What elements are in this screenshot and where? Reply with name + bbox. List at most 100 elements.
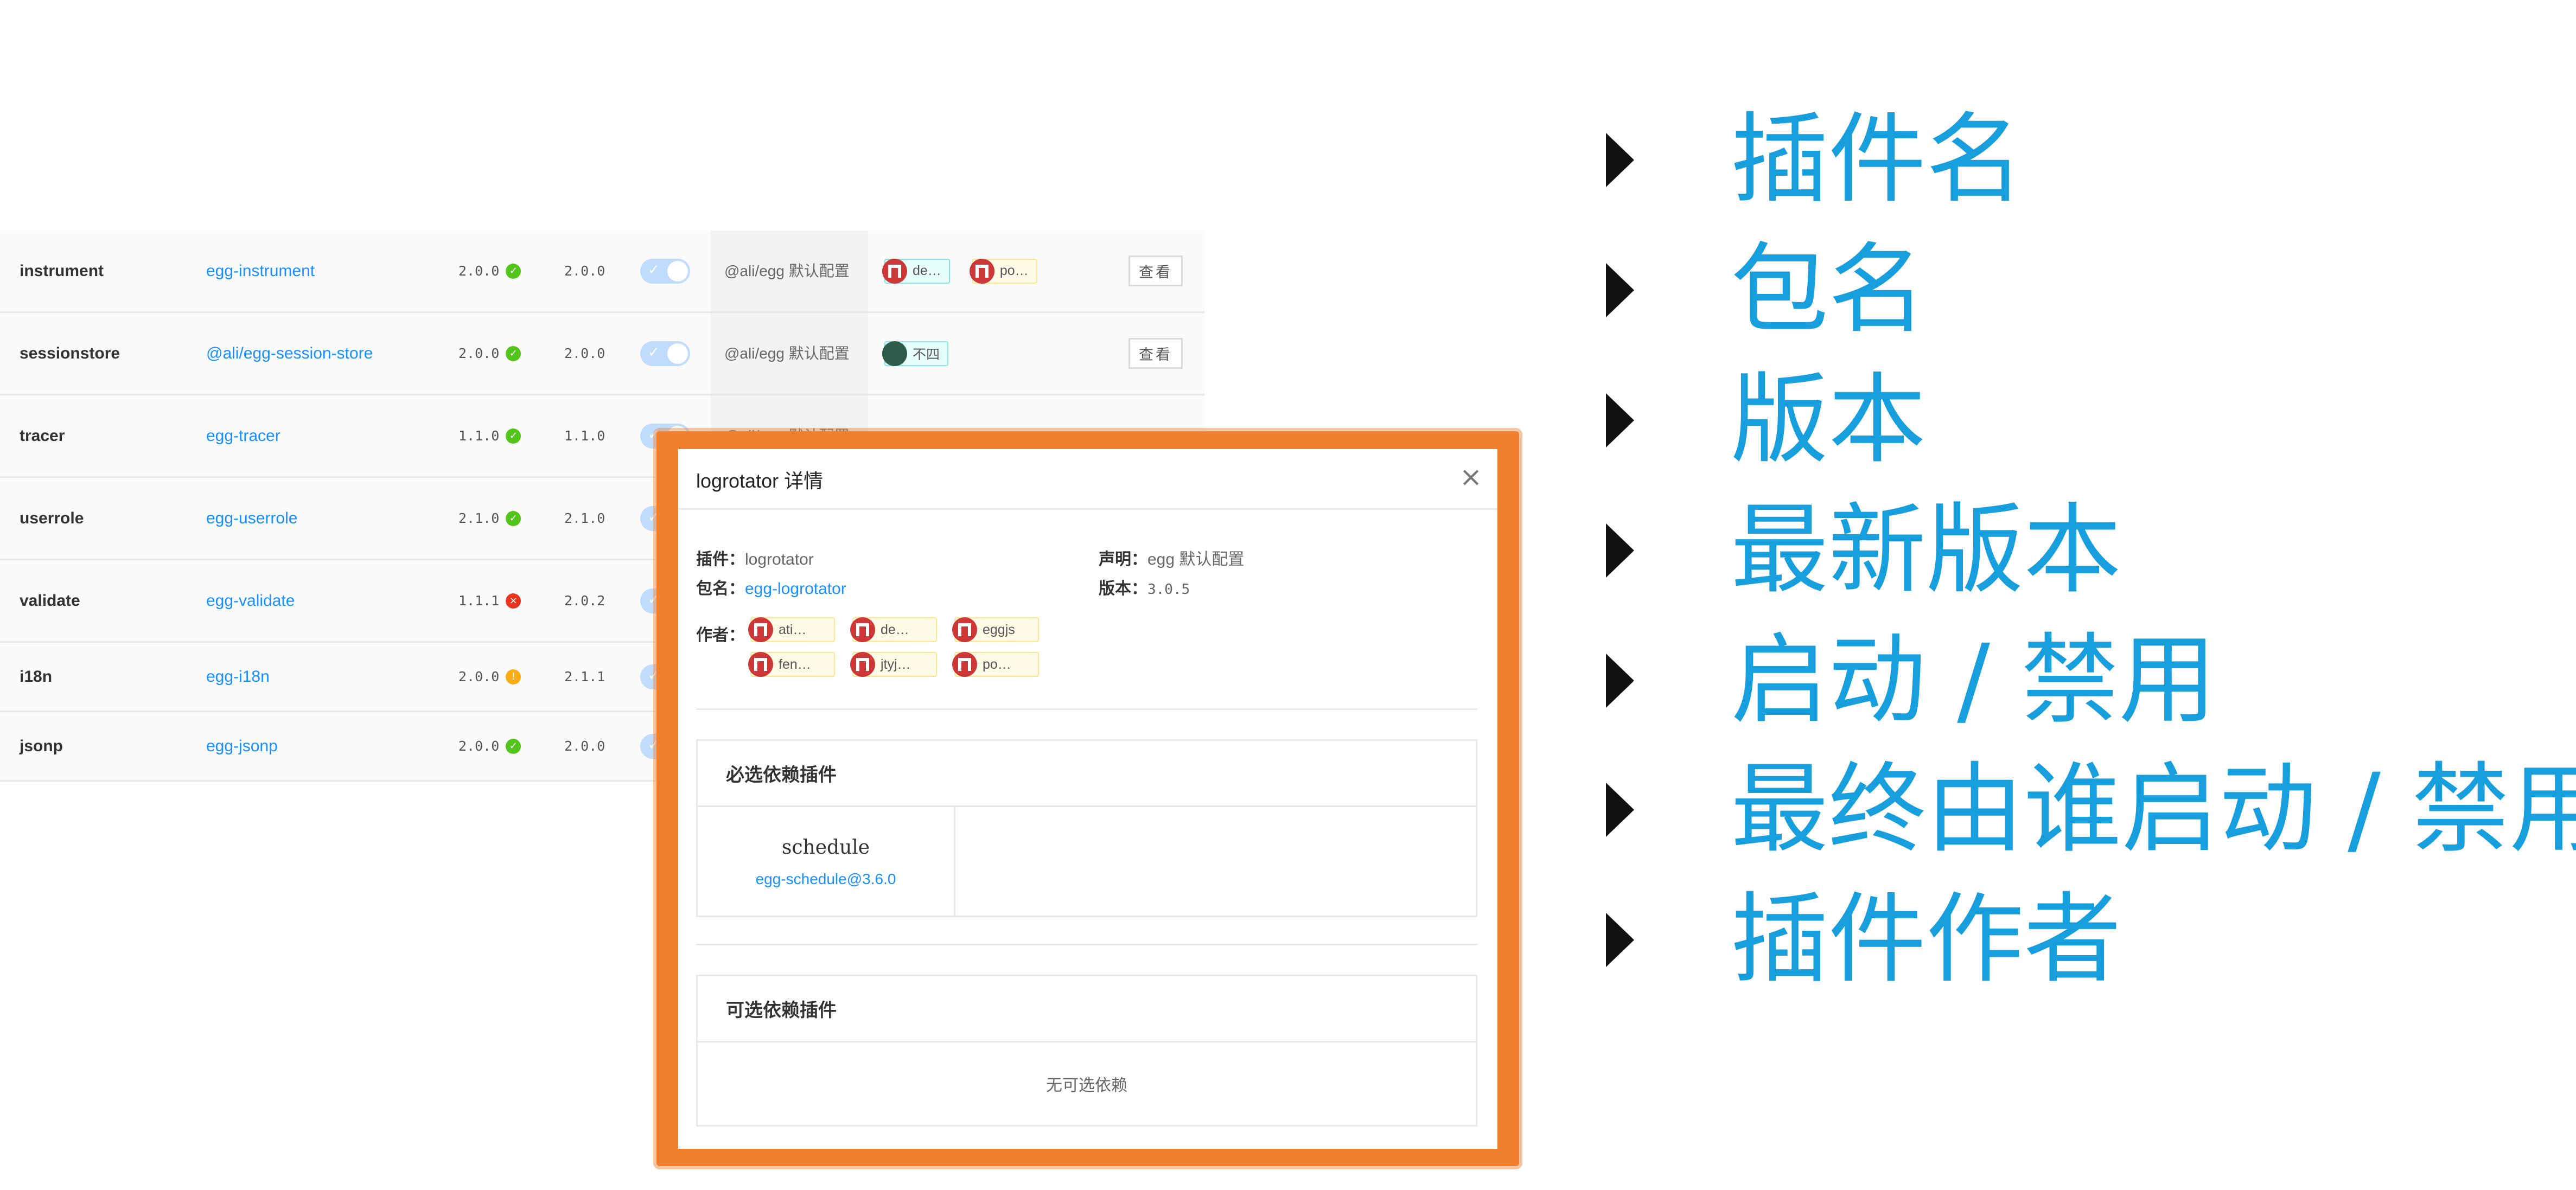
latest-version: 2.1.1: [564, 669, 605, 684]
package-link[interactable]: @ali/egg-session-store: [206, 313, 373, 394]
enable-toggle-cell: ✓: [640, 231, 690, 311]
feature-item: 包名: [1606, 241, 1926, 339]
authors-label: 作者：: [696, 626, 745, 644]
npm-icon: [952, 652, 977, 677]
package-link[interactable]: egg-jsonp: [206, 712, 278, 780]
feature-text: 包名: [1731, 233, 1927, 347]
toggle-knob: [667, 343, 688, 364]
author-tag[interactable]: fen…: [748, 652, 835, 677]
npm-icon: [850, 617, 875, 642]
status-ok-icon: ✓: [506, 263, 521, 279]
author-name: jtyj…: [881, 656, 911, 672]
authors-list: ati… de… eggjs fen… jtyj… po…: [748, 617, 1054, 677]
triangle-bullet-icon: [1606, 393, 1634, 447]
latest-version: 2.1.0: [564, 510, 605, 526]
plugin-name: sessionstore: [20, 344, 120, 362]
author-name: de…: [881, 622, 909, 637]
npm-icon: [748, 617, 773, 642]
feature-text: 插件名: [1731, 103, 2024, 216]
feature-item: 最终由谁启动 / 禁用: [1606, 761, 2576, 859]
author-name: po…: [983, 656, 1011, 672]
status-warn-icon: !: [506, 669, 521, 684]
plugin-name: jsonp: [20, 737, 63, 755]
declare-label: 声明：: [1099, 551, 1147, 568]
package-link[interactable]: egg-logrotator: [745, 580, 846, 598]
version-cell: 1.1.1 ×: [458, 560, 521, 641]
view-button[interactable]: 查看: [1128, 255, 1183, 286]
package-link[interactable]: egg-i18n: [206, 643, 270, 711]
feature-item: 启动 / 禁用: [1606, 632, 2216, 730]
plugin-name: instrument: [20, 261, 104, 280]
triangle-bullet-icon: [1606, 263, 1634, 317]
view-cell: 查看: [1128, 313, 1183, 394]
npm-icon: [969, 258, 994, 284]
feature-text: 启动 / 禁用: [1731, 624, 2217, 737]
version-field: 版本：3.0.5: [1099, 575, 1190, 599]
optional-deps-card: 可选依赖插件 无可选依赖: [696, 975, 1477, 1127]
feature-text: 最终由谁启动 / 禁用: [1731, 753, 2576, 866]
close-icon[interactable]: ×: [1459, 461, 1482, 492]
version-text: 1.1.0: [458, 428, 500, 444]
package-field: 包名：egg-logrotator: [696, 575, 846, 599]
author-name: ati…: [779, 622, 807, 637]
package-link[interactable]: egg-validate: [206, 560, 295, 641]
dependency-version-link[interactable]: egg-schedule@3.6.0: [756, 871, 896, 888]
table-row: sessionstore @ali/egg-session-store 2.0.0 ✓…: [0, 313, 1204, 395]
check-icon: ✓: [648, 344, 660, 361]
enable-toggle[interactable]: ✓: [640, 341, 690, 366]
latest-version: 2.0.2: [564, 593, 605, 609]
divider: [696, 944, 1477, 945]
feature-item: 最新版本: [1606, 502, 2121, 599]
latest-version: 2.0.0: [564, 263, 605, 279]
feature-item: 插件名: [1606, 111, 2024, 209]
latest-version: 2.0.0: [564, 346, 605, 361]
package-link[interactable]: egg-instrument: [206, 231, 315, 311]
triangle-bullet-icon: [1606, 913, 1634, 967]
authors-cell: 不四: [882, 313, 949, 394]
npm-icon: [748, 652, 773, 677]
author-tag[interactable]: po…: [969, 258, 1037, 284]
author-name: 不四: [913, 347, 940, 362]
enabled-by: @ali/egg 默认配置: [711, 231, 868, 311]
table-row: instrument egg-instrument 2.0.0 ✓ 2.0.0 ✓ @ali…: [0, 231, 1204, 313]
plugin-name-field: 插件：logrotator: [696, 546, 814, 570]
avatar: [882, 341, 907, 366]
package-link[interactable]: egg-tracer: [206, 395, 280, 476]
author-tag[interactable]: eggjs: [952, 617, 1039, 642]
modal-header: logrotator 详情 ×: [678, 449, 1497, 510]
author-tag[interactable]: 不四: [882, 341, 949, 366]
version-text: 2.0.0: [458, 738, 500, 754]
npm-icon: [952, 617, 977, 642]
feature-item: 插件作者: [1606, 891, 2121, 989]
plugin-detail-modal: logrotator 详情 × 插件：logrotator 包名：egg-log…: [678, 449, 1497, 1149]
triangle-bullet-icon: [1606, 654, 1634, 708]
author-tag[interactable]: po…: [952, 652, 1039, 677]
author-tag[interactable]: jtyj…: [850, 652, 937, 677]
author-name: eggjs: [983, 622, 1015, 637]
enable-toggle[interactable]: ✓: [640, 258, 690, 284]
package-link[interactable]: egg-userrole: [206, 478, 297, 559]
latest-version: 2.0.0: [564, 738, 605, 754]
author-name: po…: [999, 263, 1029, 278]
authors-field: 作者：: [696, 622, 745, 645]
optional-deps-title: 可选依赖插件: [698, 976, 1476, 1042]
author-tag[interactable]: ati…: [748, 617, 835, 642]
version-cell: 2.1.0 ✓: [458, 478, 521, 559]
latest-version: 1.1.0: [564, 428, 605, 444]
enabled-by: @ali/egg 默认配置: [711, 313, 868, 394]
view-cell: 查看: [1128, 231, 1183, 311]
version-label: 版本：: [1099, 580, 1147, 598]
version-cell: 1.1.0 ✓: [458, 395, 521, 476]
plugin-label: 插件：: [696, 551, 745, 568]
author-tag[interactable]: de…: [850, 617, 937, 642]
version-text: 2.0.0: [458, 263, 500, 279]
author-tag[interactable]: de…: [882, 258, 950, 284]
dependency-item[interactable]: schedule egg-schedule@3.6.0: [698, 807, 955, 917]
plugin-value: logrotator: [745, 551, 814, 568]
feature-text: 插件作者: [1731, 883, 2122, 996]
view-button[interactable]: 查看: [1128, 338, 1183, 369]
version-cell: 2.0.0!: [458, 643, 521, 711]
version-cell: 2.0.0 ✓: [458, 712, 521, 780]
plugin-name: validate: [20, 591, 80, 610]
plugin-name: i18n: [20, 667, 53, 686]
